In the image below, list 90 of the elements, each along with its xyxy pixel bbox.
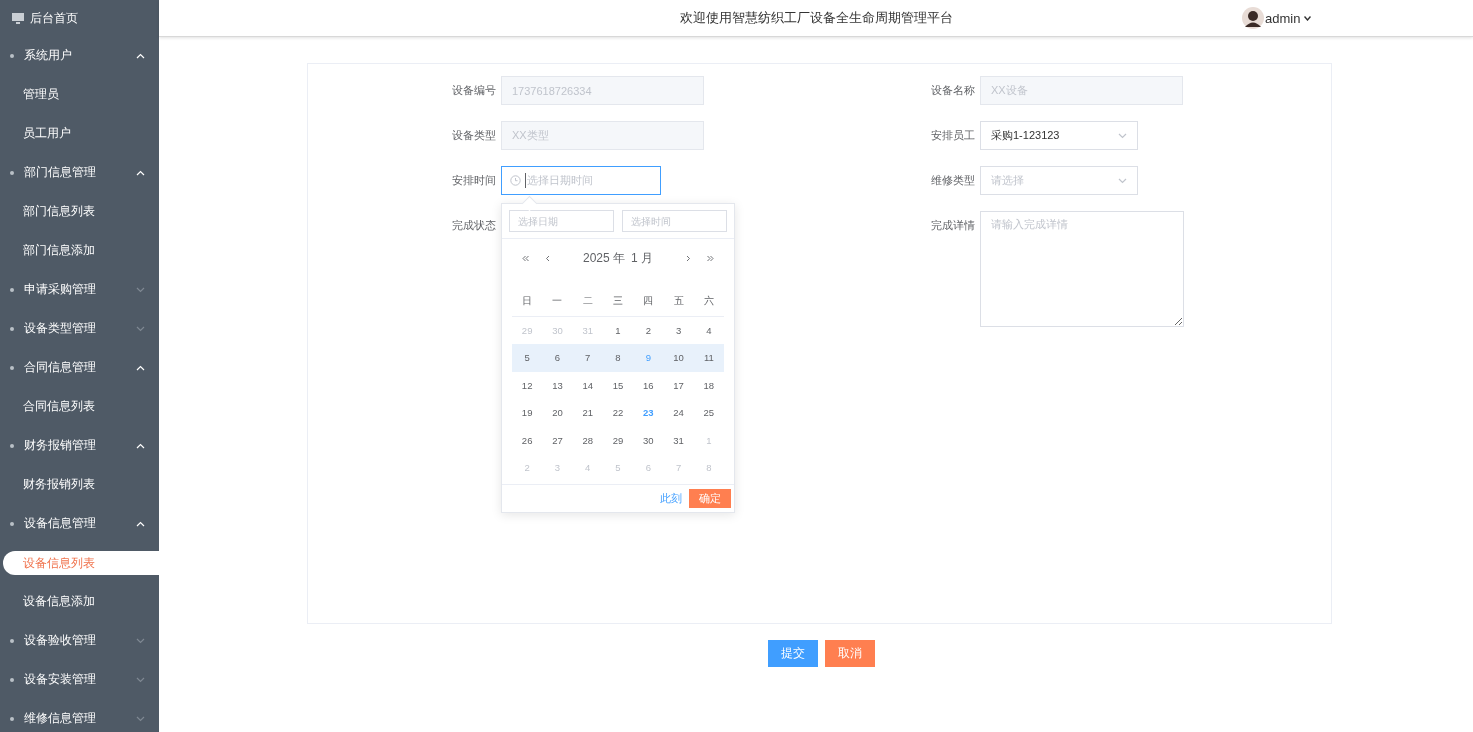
calendar-day[interactable]: 26 [521,434,533,446]
weekday-label: 日 [522,295,533,307]
chevron-down-icon [136,286,145,293]
weekday-label: 五 [673,295,684,307]
avatar-icon [1242,7,1264,29]
calendar-day[interactable]: 3 [675,324,682,336]
menu-item[interactable]: 员工用户 [23,125,71,142]
menu-item[interactable]: 设备信息添加 [23,593,95,610]
chevron-down-icon [136,676,145,683]
chevron-up-icon [136,169,145,176]
field-label: 维修类型 [931,173,972,188]
chevron-up-icon [136,52,145,59]
calendar-day[interactable]: 6 [554,352,561,364]
menu-group[interactable]: 设备类型管理 [0,309,159,348]
menu-group[interactable]: 申请采购管理 [0,270,159,309]
chevron-down-icon [136,715,145,722]
menu-group[interactable]: 维修信息管理 [0,699,159,732]
weekday-label: 二 [582,295,593,307]
menu-group[interactable]: 设备信息管理 [0,504,159,543]
calendar-day[interactable]: 11 [703,352,714,364]
weekday-label: 四 [643,295,654,307]
menu-item[interactable]: 部门信息添加 [23,242,95,259]
page-title: 欢迎使用智慧纺织工厂设备全生命周期管理平台 [679,9,953,27]
menu-group[interactable]: 设备验收管理 [0,621,159,660]
calendar-day[interactable]: 12 [521,379,533,391]
calendar-day[interactable]: 10 [673,352,684,364]
calendar-day[interactable]: 17 [673,379,684,391]
chevron-down-icon [136,325,145,332]
calendar-day[interactable]: 13 [552,379,563,391]
calendar-day[interactable]: 8 [615,352,621,364]
calendar-day[interactable]: 21 [582,407,593,419]
calendar-day[interactable]: 1 [615,324,621,336]
bullet-icon [10,170,14,175]
chevron-up-icon [136,442,145,449]
clock-icon [510,175,521,186]
chevron-up-icon [136,520,145,527]
calendar-day[interactable]: 27 [552,434,563,446]
year-label[interactable]: 2025 年 [582,249,625,267]
menu-item[interactable]: 财务报销列表 [23,476,95,493]
home-link[interactable]: 后台首页 [0,0,159,36]
bullet-icon [10,716,14,721]
weekday-label: 一 [552,295,563,307]
bullet-icon [10,521,14,526]
bullet-icon [10,53,14,58]
bullet-icon [10,677,14,682]
calendar-day[interactable]: 24 [673,407,684,419]
calendar-day[interactable]: 22 [612,407,624,419]
chevron-down-icon [1118,177,1127,184]
bullet-icon [10,365,14,370]
field-label: 设备类型 [452,128,493,143]
menu-item[interactable]: 合同信息列表 [23,398,95,415]
calendar-day[interactable]: 16 [643,379,654,391]
select-field[interactable]: 采购1-123123 [980,121,1138,150]
calendar-day[interactable]: 18 [703,379,715,391]
field-label: 安排时间 [452,173,493,188]
menu-group[interactable]: 财务报销管理 [0,426,159,465]
calendar-day[interactable]: 28 [582,434,593,446]
menu-group[interactable]: 部门信息管理 [0,153,159,192]
calendar-day[interactable]: 15 [612,379,624,391]
menu-group[interactable]: 合同信息管理 [0,348,159,387]
bullet-icon [10,287,14,292]
calendar-day[interactable]: 31 [673,434,684,446]
calendar-day[interactable]: 29 [612,434,624,446]
bullet-icon [10,443,14,448]
chevron-down-icon [1118,132,1127,139]
calendar-day[interactable]: 5 [524,352,530,364]
menu-item[interactable]: 管理员 [23,86,59,103]
month-label[interactable]: 1 月 [631,249,653,267]
user-menu[interactable]: admin [1242,7,1312,29]
calendar-day[interactable]: 4 [706,324,712,336]
bullet-icon [10,326,14,331]
menu-item[interactable]: 部门信息列表 [23,203,95,220]
chevron-right-icon[interactable] [686,254,691,262]
menu-group[interactable]: 系统用户 [0,36,159,75]
weekday-label: 三 [613,295,623,307]
calendar-day[interactable]: 7 [585,352,591,364]
calendar-day[interactable]: 19 [521,407,533,419]
weekday-label: 六 [703,295,714,307]
monitor-icon [12,12,24,24]
chevron-up-icon [136,364,145,371]
calendar-day[interactable]: 30 [643,434,654,446]
caret-icon [1304,15,1312,21]
bullet-icon [10,638,14,643]
menu-group[interactable]: 设备安装管理 [0,660,159,699]
calendar-day[interactable]: 20 [552,407,563,419]
calendar-day[interactable]: 14 [582,379,593,391]
chevron-down-icon [136,637,145,644]
calendar-day[interactable]: 2 [645,324,651,336]
chevron-left-icon[interactable] [545,254,550,262]
calendar-day[interactable]: 25 [703,407,715,419]
